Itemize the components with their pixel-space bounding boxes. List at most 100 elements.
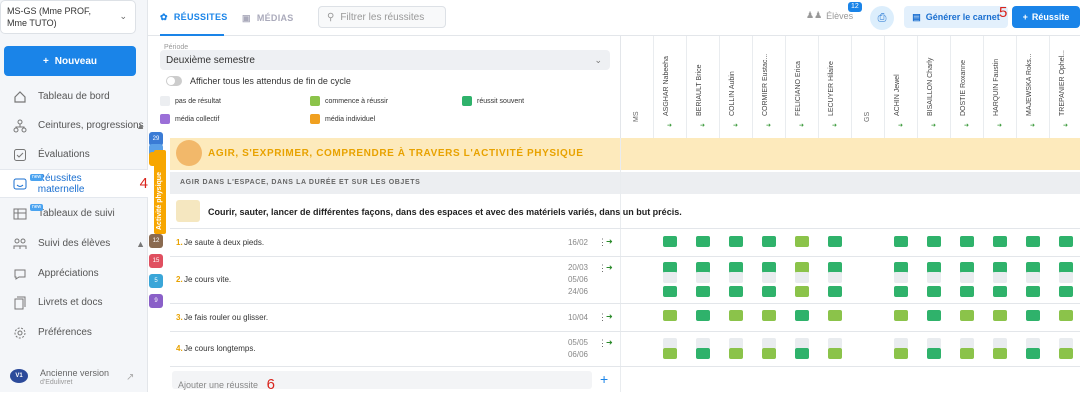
- result-cell[interactable]: [894, 272, 908, 283]
- tab-reussites[interactable]: ✿ RÉUSSITES: [160, 0, 227, 36]
- result-cell[interactable]: [1059, 286, 1073, 297]
- result-cell[interactable]: [927, 348, 941, 359]
- result-cell[interactable]: [894, 286, 908, 297]
- student-column[interactable]: BERIAULT Brice ➜: [687, 36, 720, 138]
- assign-icon[interactable]: ➜: [606, 312, 613, 321]
- result-cell[interactable]: [927, 272, 941, 283]
- eleves-button[interactable]: ♟♟ Élèves: [806, 10, 853, 21]
- result-cell[interactable]: [1059, 348, 1073, 359]
- result-cell[interactable]: [828, 348, 842, 359]
- print-button[interactable]: ⎙: [870, 6, 894, 30]
- result-cell[interactable]: [960, 286, 974, 297]
- result-cell[interactable]: [696, 236, 710, 247]
- result-cell[interactable]: [960, 272, 974, 283]
- result-cell[interactable]: [894, 348, 908, 359]
- result-cell[interactable]: [1026, 272, 1040, 283]
- student-column[interactable]: TREPANIER Ophel... ➜: [1050, 36, 1080, 138]
- result-cell[interactable]: [729, 286, 743, 297]
- assign-icon[interactable]: ➜: [606, 338, 613, 347]
- result-cell[interactable]: [762, 286, 776, 297]
- generate-carnet-button[interactable]: ▤ Générer le carnet: [904, 6, 1008, 28]
- result-cell[interactable]: [696, 348, 710, 359]
- old-version-link[interactable]: V1 Ancienne version d'Edulivret ↗: [10, 366, 140, 390]
- result-cell[interactable]: [696, 272, 710, 283]
- sidebar-item-evaluations[interactable]: Évaluations: [0, 140, 148, 169]
- result-cell[interactable]: [993, 310, 1007, 321]
- class-select[interactable]: MS-GS (Mme PROF, Mme TUTO) ⌄: [0, 0, 136, 34]
- result-cell[interactable]: [927, 286, 941, 297]
- search-input[interactable]: ⚲ Filtrer les réussites: [318, 6, 446, 28]
- sidebar-item-ceintures[interactable]: Ceintures, progressions ▲: [0, 111, 148, 140]
- student-column[interactable]: COLLIN Aubin ➜: [720, 36, 753, 138]
- result-cell[interactable]: [1059, 236, 1073, 247]
- student-column[interactable]: ACHIN Jewel ➜: [885, 36, 918, 138]
- result-cell[interactable]: [1026, 348, 1040, 359]
- result-cell[interactable]: [729, 236, 743, 247]
- assign-icon[interactable]: ➜: [606, 237, 613, 246]
- result-cell[interactable]: [663, 286, 677, 297]
- result-cell[interactable]: [795, 348, 809, 359]
- result-cell[interactable]: [696, 310, 710, 321]
- result-cell[interactable]: [960, 310, 974, 321]
- result-cell[interactable]: [960, 348, 974, 359]
- result-cell[interactable]: [1026, 286, 1040, 297]
- result-cell[interactable]: [993, 272, 1007, 283]
- result-cell[interactable]: [927, 310, 941, 321]
- student-column[interactable]: BISAILLON Charly ➜: [918, 36, 951, 138]
- result-cell[interactable]: [795, 236, 809, 247]
- add-plus-button[interactable]: +: [600, 371, 608, 387]
- result-cell[interactable]: [993, 348, 1007, 359]
- sidebar-item-preferences[interactable]: Préférences: [0, 318, 148, 347]
- result-cell[interactable]: [762, 236, 776, 247]
- result-cell[interactable]: [927, 236, 941, 247]
- result-cell[interactable]: [1026, 310, 1040, 321]
- add-reussite-button[interactable]: + Réussite: [1012, 6, 1080, 28]
- result-cell[interactable]: [828, 236, 842, 247]
- result-cell[interactable]: [795, 310, 809, 321]
- result-cell[interactable]: [960, 236, 974, 247]
- sidebar-item-appreciations[interactable]: Appréciations: [0, 259, 148, 288]
- reussite-row[interactable]: 4. Je cours longtemps. 05/05 06/06 ⋮ ➜: [170, 331, 1080, 365]
- student-column[interactable]: LECUYER Hilaire ➜: [819, 36, 852, 138]
- result-cell[interactable]: [729, 310, 743, 321]
- student-column[interactable]: CORMIER Eustac... ➜: [753, 36, 786, 138]
- new-button[interactable]: + Nouveau: [4, 46, 136, 76]
- result-cell[interactable]: [663, 272, 677, 283]
- cycle-toggle[interactable]: [166, 76, 182, 86]
- result-cell[interactable]: [762, 310, 776, 321]
- student-column[interactable]: MAJEWSKA Roks... ➜: [1017, 36, 1050, 138]
- sidebar-item-suivi[interactable]: Suivi des élèves ▲: [0, 229, 148, 258]
- result-cell[interactable]: [696, 286, 710, 297]
- student-column[interactable]: FELICIANO Erica ➜: [786, 36, 819, 138]
- add-reussite-input[interactable]: Ajouter une réussite 6: [172, 371, 592, 393]
- sidebar-item-livrets[interactable]: Livrets et docs: [0, 288, 148, 317]
- reussite-row[interactable]: 1. Je saute à deux pieds. 16/02 ⋮ ➜: [170, 228, 1080, 255]
- reussite-row[interactable]: 2. Je cours vite. 20/03 05/06 24/06 ⋮ ➜: [170, 256, 1080, 302]
- reussite-row[interactable]: 3. Je fais rouler ou glisser. 10/04 ⋮ ➜: [170, 303, 1080, 330]
- result-cell[interactable]: [1059, 310, 1073, 321]
- result-cell[interactable]: [762, 348, 776, 359]
- assign-icon[interactable]: ➜: [606, 263, 613, 272]
- result-cell[interactable]: [1059, 272, 1073, 283]
- sidebar-item-dashboard[interactable]: Tableau de bord: [0, 82, 148, 111]
- result-cell[interactable]: [828, 272, 842, 283]
- student-column[interactable]: ASGHAR Nabeeha ➜: [654, 36, 687, 138]
- student-column[interactable]: HARQUIN Faustin ➜: [984, 36, 1017, 138]
- activite-physique-tab[interactable]: Activité physique: [154, 150, 166, 234]
- sidebar-item-reussites[interactable]: new Réussites maternelle 4: [0, 169, 148, 198]
- result-cell[interactable]: [663, 310, 677, 321]
- result-cell[interactable]: [729, 348, 743, 359]
- result-cell[interactable]: [795, 272, 809, 283]
- result-cell[interactable]: [828, 286, 842, 297]
- result-cell[interactable]: [828, 310, 842, 321]
- result-cell[interactable]: [762, 272, 776, 283]
- sidebar-item-tableaux[interactable]: new Tableaux de suivi: [0, 199, 148, 228]
- result-cell[interactable]: [795, 286, 809, 297]
- result-cell[interactable]: [663, 348, 677, 359]
- result-cell[interactable]: [663, 236, 677, 247]
- periode-select[interactable]: Deuxième semestre ⌄: [160, 50, 610, 70]
- result-cell[interactable]: [894, 236, 908, 247]
- result-cell[interactable]: [1026, 236, 1040, 247]
- result-cell[interactable]: [894, 310, 908, 321]
- result-cell[interactable]: [993, 236, 1007, 247]
